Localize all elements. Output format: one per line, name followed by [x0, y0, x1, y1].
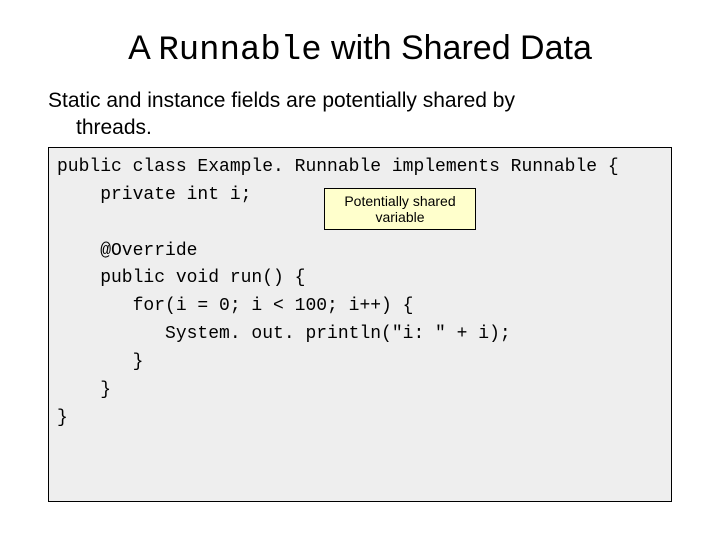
slide-title: A Runnable with Shared Data: [48, 30, 672, 70]
code-line-7: System. out. println("i: " + i);: [57, 324, 511, 344]
title-prefix: A: [128, 29, 158, 67]
code-line-8: }: [57, 352, 143, 372]
intro-line-1: Static and instance fields are potential…: [48, 89, 515, 112]
title-mono: Runnable: [158, 32, 321, 70]
code-line-9: }: [57, 380, 111, 400]
code-line-10: }: [57, 408, 68, 428]
code-line-2: private int i;: [57, 185, 251, 205]
code-box: public class Example. Runnable implement…: [48, 147, 672, 502]
callout-shared-variable: Potentially shared variable: [324, 188, 476, 230]
code-line-4: @Override: [57, 241, 197, 261]
callout-text: Potentially shared variable: [344, 193, 455, 225]
code-line-6: for(i = 0; i < 100; i++) {: [57, 296, 413, 316]
code-line-1: public class Example. Runnable implement…: [57, 157, 619, 177]
title-suffix: with Shared Data: [322, 29, 592, 67]
slide: A Runnable with Shared Data Static and i…: [0, 0, 720, 540]
intro-text: Static and instance fields are potential…: [48, 88, 672, 141]
intro-line-2: threads.: [48, 115, 672, 141]
code-line-5: public void run() {: [57, 268, 305, 288]
